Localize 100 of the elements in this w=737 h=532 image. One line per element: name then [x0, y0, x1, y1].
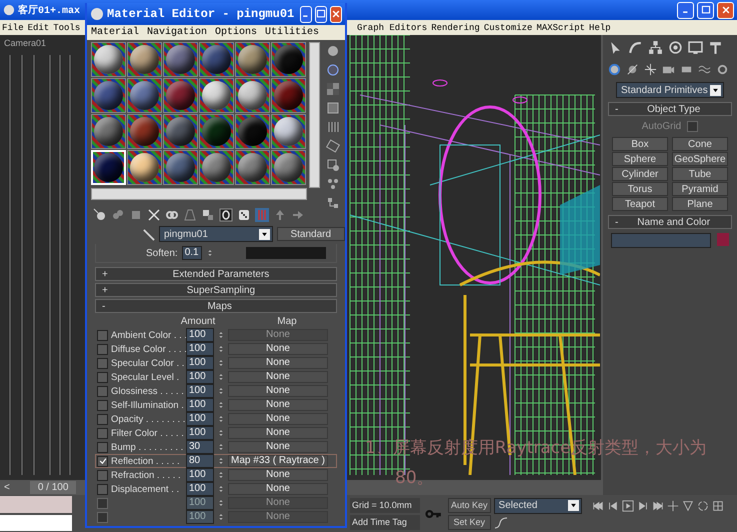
time-slider-arrow[interactable]: <	[4, 482, 10, 493]
menu-item[interactable]: Utilities	[261, 27, 324, 38]
rollout-header[interactable]: + SuperSampling	[95, 283, 337, 297]
amount-field[interactable]: 100	[186, 426, 214, 440]
map-button[interactable]: None	[228, 343, 328, 355]
menu-item[interactable]: Rendering	[429, 22, 482, 32]
menu-item[interactable]: Tools	[51, 22, 82, 32]
horizontal-scrollbar[interactable]	[91, 188, 307, 200]
primitive-button[interactable]: Torus	[612, 182, 668, 196]
arrow-up-icon[interactable]	[273, 208, 287, 222]
key-filter-dropdown[interactable]: Selected	[494, 498, 582, 514]
time-slider-thumb[interactable]: 0 / 100	[30, 481, 76, 494]
maximize-button[interactable]	[315, 6, 328, 22]
map-button[interactable]: None	[228, 413, 328, 425]
amount-field[interactable]: 100	[186, 482, 214, 496]
primitive-button[interactable]: Sphere	[612, 152, 668, 166]
menu-item[interactable]: Options	[211, 27, 262, 38]
menu-item[interactable]: Help	[587, 22, 613, 32]
amount-field[interactable]: 80	[186, 454, 214, 468]
primitive-button[interactable]: Teapot	[612, 197, 668, 211]
menu-item[interactable]: Customize	[482, 22, 534, 32]
rollout-header[interactable]: - Object Type	[608, 102, 732, 116]
rollout-header[interactable]: + Extended Parameters	[95, 267, 337, 281]
minimize-button[interactable]	[677, 2, 694, 18]
spheres-icon[interactable]	[111, 208, 125, 222]
arrow-right-icon[interactable]	[291, 208, 305, 222]
play-icon[interactable]	[622, 500, 634, 512]
map-button[interactable]: None	[228, 385, 328, 397]
pan-icon[interactable]	[666, 500, 679, 512]
primitive-button[interactable]: Cone	[672, 137, 728, 151]
map-checkbox[interactable]	[97, 400, 108, 410]
link-icon[interactable]	[165, 208, 179, 222]
dots-icon[interactable]	[326, 177, 340, 191]
auto-key-button[interactable]: Auto Key	[448, 498, 491, 512]
map-checkbox[interactable]	[97, 372, 108, 382]
map-checkbox[interactable]	[97, 456, 108, 466]
map-button[interactable]: Map #33 ( Raytrace )	[228, 455, 328, 467]
map-button[interactable]: None	[228, 469, 328, 481]
set-key-button[interactable]: Set Key	[448, 514, 491, 530]
amount-field[interactable]: 100	[186, 370, 214, 384]
close-button[interactable]	[717, 2, 734, 18]
menu-item[interactable]: Material	[87, 27, 144, 38]
map-button[interactable]: None	[228, 427, 328, 439]
map-button[interactable]: None	[228, 357, 328, 369]
amount-field[interactable]: 100	[186, 468, 214, 482]
menu-item[interactable]: Edit	[26, 22, 52, 32]
map-checkbox[interactable]	[97, 484, 108, 494]
map-checkbox[interactable]	[97, 330, 108, 340]
listener-field[interactable]	[0, 496, 72, 512]
next-frame-icon[interactable]	[636, 500, 649, 512]
soften-field[interactable]: 0.1	[182, 246, 202, 260]
vertical-scrollbar[interactable]	[309, 42, 320, 188]
zero-icon[interactable]	[219, 208, 233, 222]
color-swatch[interactable]	[246, 247, 326, 259]
listener-output-field[interactable]	[0, 514, 72, 531]
curve-icon[interactable]	[628, 40, 643, 54]
map-checkbox[interactable]	[97, 470, 108, 480]
amount-field[interactable]: 100	[186, 398, 214, 412]
sphere-icon[interactable]	[326, 44, 340, 58]
skip-start-icon[interactable]	[592, 500, 604, 512]
primitive-button[interactable]: Box	[612, 137, 668, 151]
primitive-button[interactable]: Pyramid	[672, 182, 728, 196]
menu-item[interactable]: Navigation	[143, 27, 212, 38]
dice-icon[interactable]	[237, 208, 251, 222]
amount-field[interactable]: 100	[186, 342, 214, 356]
skip-end-icon[interactable]	[652, 500, 664, 512]
map-checkbox[interactable]	[97, 428, 108, 438]
menu-item[interactable]: Graph Editors	[355, 22, 430, 32]
menu-item[interactable]: MAXScript	[534, 22, 588, 32]
viewport-label[interactable]: Camera01	[4, 38, 46, 48]
map-button[interactable]: None	[228, 483, 328, 495]
maximize-viewport-icon[interactable]	[712, 500, 724, 512]
maximize-icon[interactable]	[316, 9, 326, 19]
map-checkbox[interactable]	[97, 442, 108, 452]
category-dropdown[interactable]: Standard Primitives	[616, 82, 724, 98]
time-tag-button[interactable]: Add Time Tag	[350, 514, 420, 530]
map-checkbox[interactable]	[97, 358, 108, 368]
minimize-button[interactable]	[300, 6, 312, 22]
orbit-icon[interactable]	[696, 500, 709, 512]
map-checkbox[interactable]	[97, 344, 108, 354]
curve-icon[interactable]	[494, 516, 508, 530]
amount-field[interactable]: 100	[186, 356, 214, 370]
amount-field[interactable]: 100	[186, 328, 214, 342]
map-button[interactable]: None	[228, 441, 328, 453]
close-button[interactable]	[330, 6, 342, 22]
map-button[interactable]: None	[228, 399, 328, 411]
primitive-button[interactable]: Plane	[672, 197, 728, 211]
monitor-icon[interactable]	[688, 40, 703, 54]
sphere-icon[interactable]	[608, 62, 621, 76]
primitive-button[interactable]: Cylinder	[612, 167, 668, 181]
square-icon[interactable]	[326, 101, 340, 115]
rollout-header[interactable]: - Maps	[95, 299, 337, 313]
menu-item[interactable]: File	[0, 22, 26, 32]
light-icon[interactable]	[644, 62, 657, 76]
shapes-icon[interactable]	[626, 62, 639, 76]
map-button[interactable]: None	[228, 371, 328, 383]
maximize-icon[interactable]	[700, 5, 710, 15]
rollout-header[interactable]: - Name and Color	[608, 215, 732, 229]
amount-field[interactable]: 30	[186, 440, 214, 454]
maximize-button[interactable]	[697, 2, 714, 18]
